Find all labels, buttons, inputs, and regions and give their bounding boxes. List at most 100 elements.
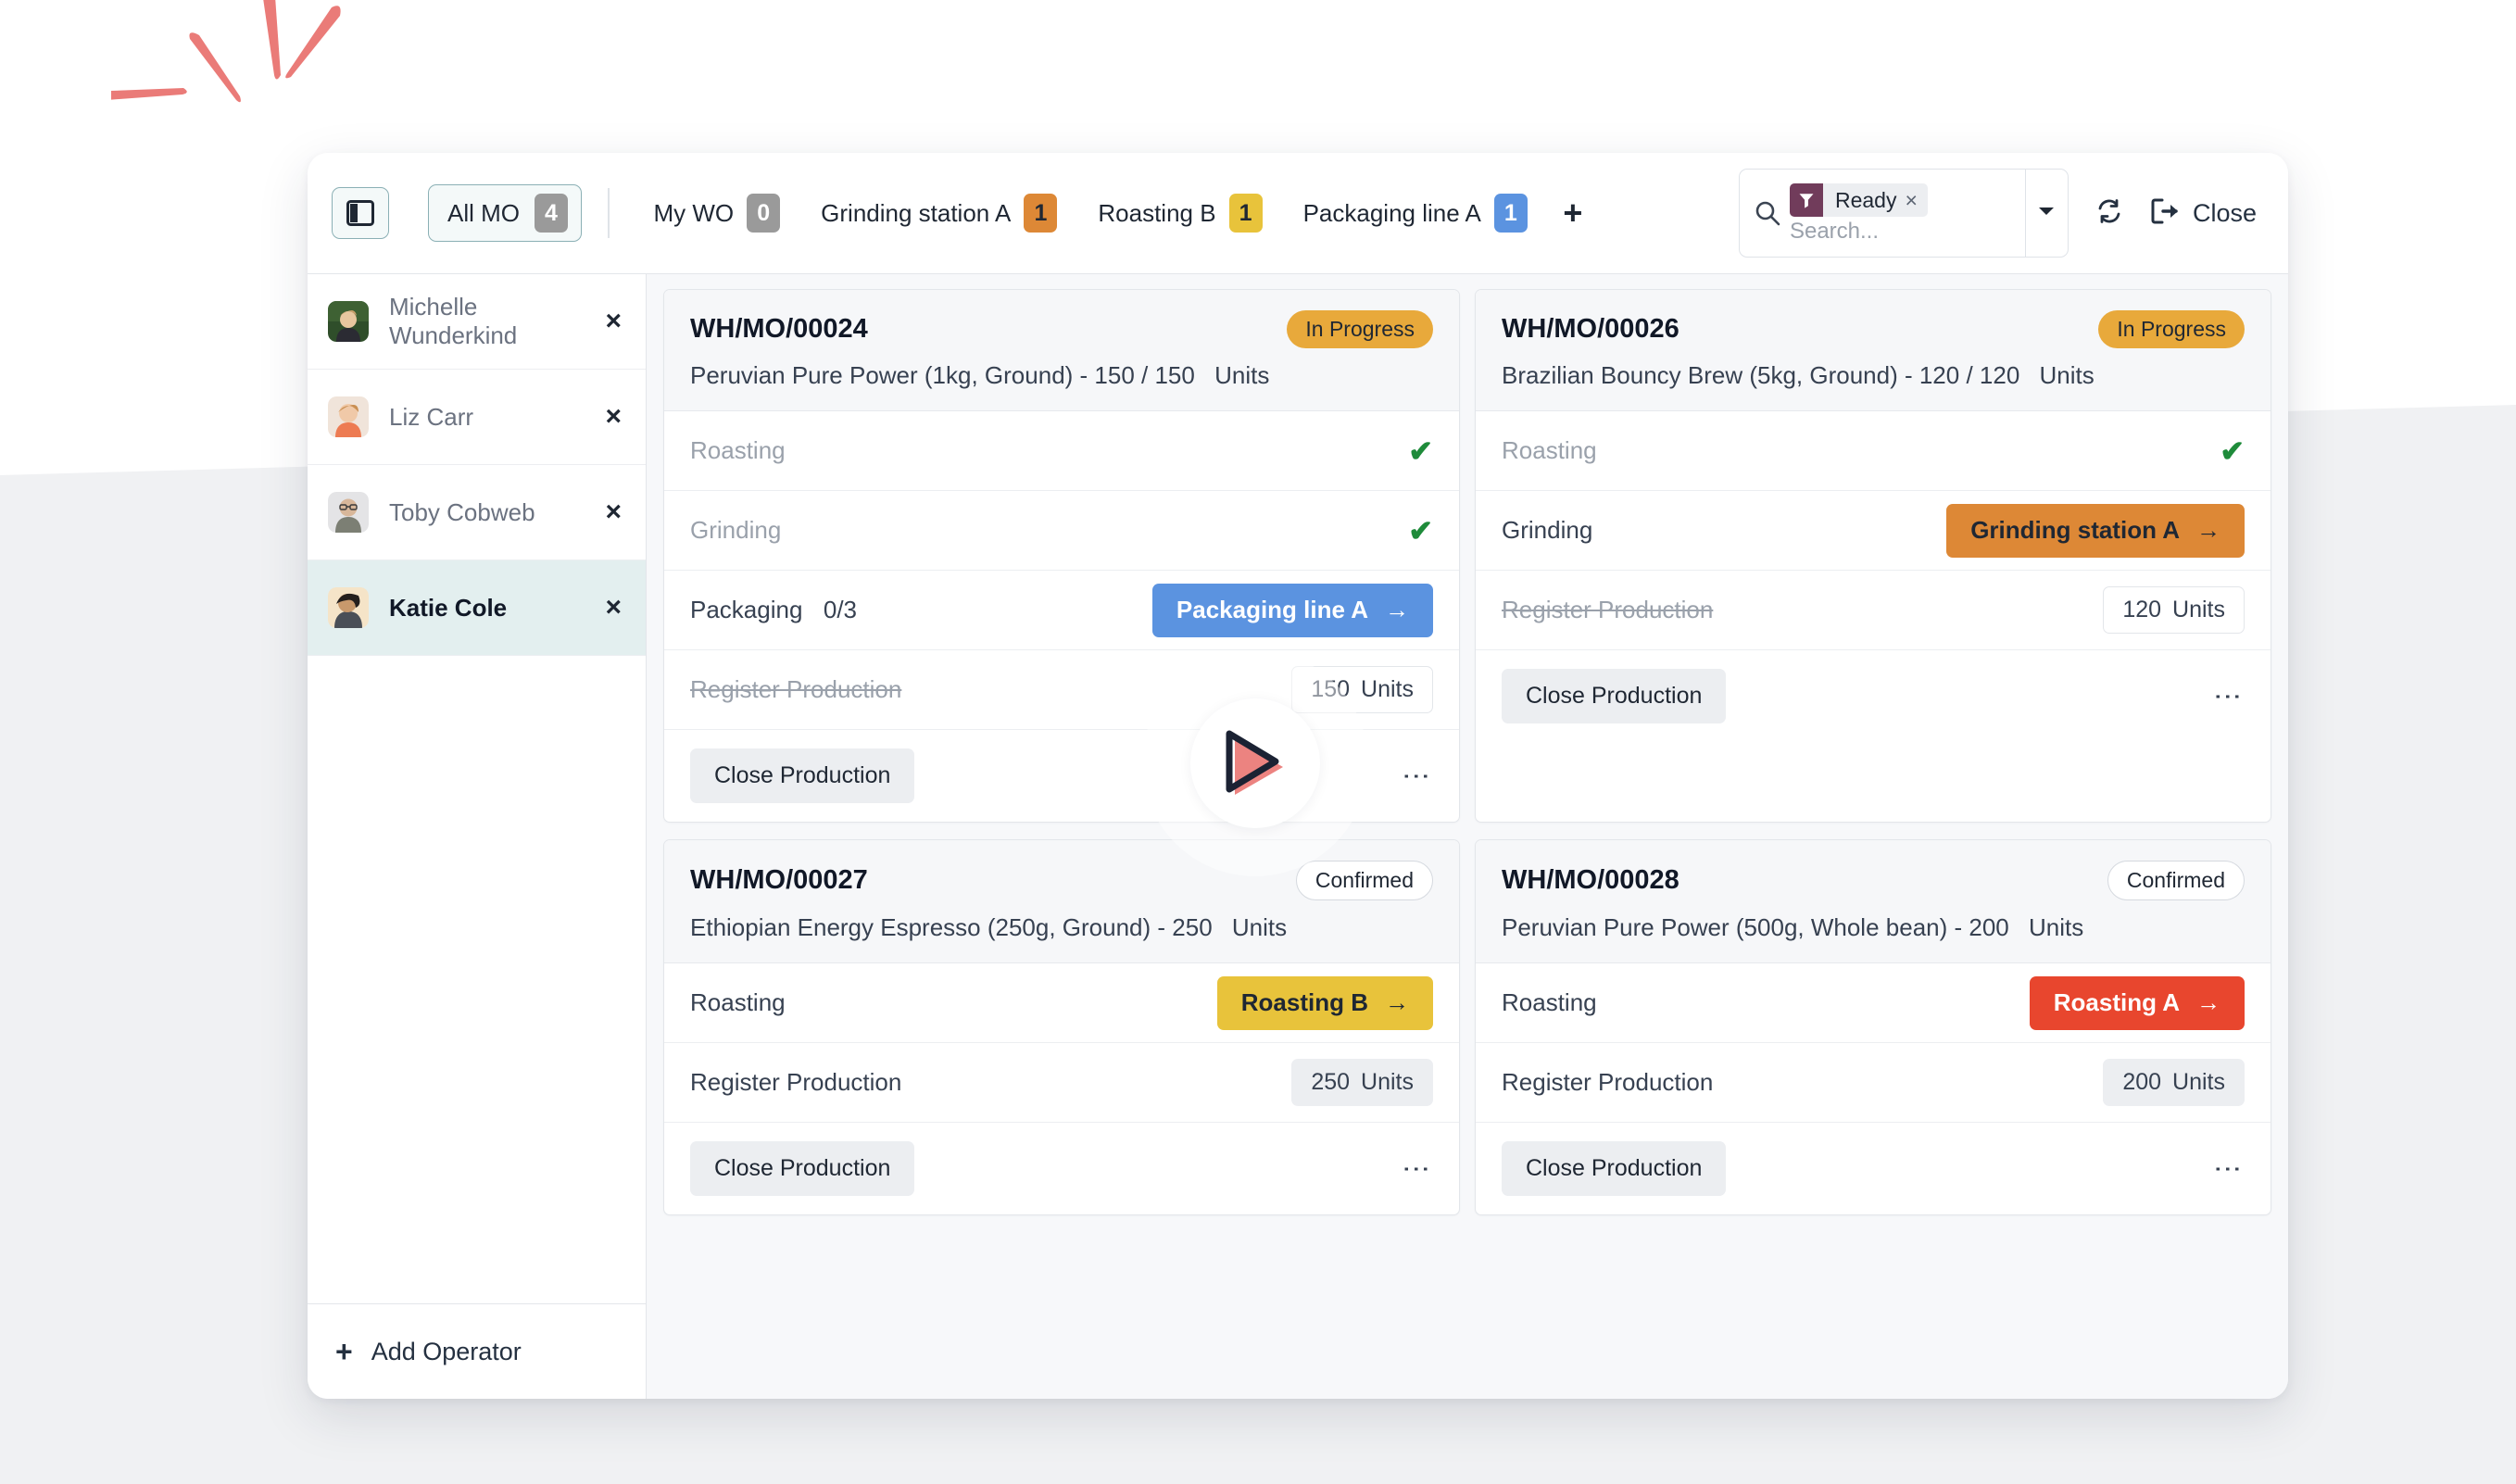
mo-units-label: Units — [1214, 361, 1270, 389]
mo-card-wh-mo-00028[interactable]: WH/MO/00028 Confirmed Peruvian Pure Powe… — [1475, 839, 2271, 1215]
workcenter-button-roasting-a[interactable]: Roasting A → — [2029, 975, 2245, 1030]
tab-packaging-line-a-count: 1 — [1493, 194, 1528, 233]
wo-row-register-production[interactable]: Register Production 200 Units — [1476, 1043, 2271, 1123]
workcenter-button-label: Packaging line A — [1176, 596, 1368, 623]
tab-my-wo-count: 0 — [747, 194, 781, 233]
status-badge: Confirmed — [2107, 861, 2245, 900]
operator-remove-icon[interactable]: × — [605, 306, 622, 337]
mo-card-header-top: WH/MO/00024 In Progress — [690, 310, 1433, 348]
tab-roasting-b-label: Roasting B — [1098, 198, 1216, 227]
arrow-right-icon: → — [2196, 988, 2220, 1016]
wo-row-label: Roasting — [1502, 436, 1597, 464]
mo-description-line: Peruvian Pure Power (1kg, Ground) - 150 … — [690, 361, 1433, 390]
operator-row-katie-cole[interactable]: Katie Cole × — [308, 560, 646, 656]
wo-row-register-production[interactable]: Register Production 120 Units — [1476, 571, 2271, 650]
wo-row-grinding[interactable]: Grinding ✔ — [664, 491, 1459, 571]
panel-layout-icon — [346, 200, 374, 226]
wo-row-packaging[interactable]: Packaging 0/3 Packaging line A → — [664, 571, 1459, 650]
search-input-placeholder[interactable]: Search... — [1790, 220, 2018, 243]
add-tab-button[interactable]: + — [1548, 188, 1598, 238]
mo-card-wh-mo-00024[interactable]: WH/MO/00024 In Progress Peruvian Pure Po… — [663, 289, 1460, 823]
wo-row-roasting[interactable]: Roasting ✔ — [664, 411, 1459, 491]
quantity-chip[interactable]: 200 Units — [2103, 1059, 2245, 1106]
filter-funnel-icon — [1789, 183, 1823, 217]
wo-row-register-production[interactable]: Register Production 250 Units — [664, 1043, 1459, 1123]
refresh-button[interactable] — [2095, 196, 2124, 231]
operator-row-toby-cobweb[interactable]: Toby Cobweb × — [308, 465, 646, 560]
decorative-burst — [103, 0, 352, 171]
kebab-menu-icon[interactable]: ⋮ — [1398, 762, 1433, 790]
operator-remove-icon[interactable]: × — [605, 497, 622, 528]
panel-toggle-button[interactable] — [332, 187, 389, 239]
operator-remove-icon[interactable]: × — [605, 592, 622, 623]
close-production-button[interactable]: Close Production — [690, 748, 915, 803]
close-button[interactable]: Close — [2150, 197, 2257, 230]
mo-reference: WH/MO/00028 — [1502, 865, 1679, 895]
search-facet-remove-icon[interactable]: × — [1905, 188, 1927, 213]
toolbar-divider — [608, 188, 610, 238]
quantity-chip[interactable]: 150 Units — [1291, 666, 1433, 713]
wo-row-grinding[interactable]: Grinding Grinding station A → — [1476, 491, 2271, 571]
tab-roasting-b[interactable]: Roasting B 1 — [1077, 184, 1282, 242]
kebab-menu-icon[interactable]: ⋮ — [1398, 1155, 1433, 1183]
wo-row-roasting[interactable]: Roasting ✔ — [1476, 411, 2271, 491]
mo-card-header-top: WH/MO/00028 Confirmed — [1502, 861, 2245, 900]
mo-reference: WH/MO/00026 — [1502, 314, 1679, 344]
wo-row-label: Roasting — [690, 988, 786, 1016]
wo-row-register-production[interactable]: Register Production 150 Units — [664, 650, 1459, 730]
checkmark-icon: ✔ — [2220, 434, 2245, 468]
wo-row-label: Register Production — [1502, 1068, 1714, 1096]
close-production-button[interactable]: Close Production — [1502, 669, 1727, 723]
checkmark-icon: ✔ — [1408, 513, 1433, 547]
operator-name: Katie Cole — [389, 593, 508, 622]
mo-card-footer: Close Production ⋮ — [664, 1123, 1459, 1214]
operator-name: Toby Cobweb — [389, 497, 535, 526]
workcenter-button-grinding-station-a[interactable]: Grinding station A → — [1946, 503, 2245, 558]
kebab-menu-icon[interactable]: ⋮ — [2209, 1155, 2245, 1183]
mo-card-footer: Close Production ⋮ — [1476, 1123, 2271, 1214]
mo-card-footer: Close Production ⋮ — [1476, 650, 2271, 742]
quantity-chip[interactable]: 120 Units — [2103, 586, 2245, 634]
mo-description-line: Brazilian Bouncy Brew (5kg, Ground) - 12… — [1502, 361, 2245, 390]
close-production-button[interactable]: Close Production — [690, 1141, 915, 1196]
quantity-chip[interactable]: 250 Units — [1291, 1059, 1433, 1106]
quantity-value: 120 — [2122, 597, 2162, 623]
tab-packaging-line-a[interactable]: Packaging line A 1 — [1283, 184, 1548, 242]
quantity-value: 200 — [2122, 1069, 2162, 1095]
page-root: All MO 4 My WO 0 Grinding station A 1 Ro… — [0, 0, 2516, 1484]
status-badge: In Progress — [1287, 310, 1433, 348]
tab-grinding-station-a-count: 1 — [1024, 194, 1058, 233]
quantity-value: 150 — [1311, 676, 1351, 702]
operator-row-michelle-wunderkind[interactable]: Michelle Wunderkind × — [308, 274, 646, 370]
workcenter-button-roasting-b[interactable]: Roasting B → — [1216, 975, 1433, 1030]
mo-card-header: WH/MO/00028 Confirmed Peruvian Pure Powe… — [1476, 840, 2271, 963]
tab-grinding-station-a[interactable]: Grinding station A 1 — [800, 184, 1077, 242]
mo-card-wh-mo-00027[interactable]: WH/MO/00027 Confirmed Ethiopian Energy E… — [663, 839, 1460, 1215]
kebab-menu-icon[interactable]: ⋮ — [2209, 683, 2245, 711]
mo-card-header: WH/MO/00024 In Progress Peruvian Pure Po… — [664, 290, 1459, 411]
tab-all-mo-label: All MO — [447, 198, 520, 227]
window-body: Michelle Wunderkind × Liz Carr × Toby Co… — [308, 273, 2288, 1399]
arrow-right-icon: → — [1385, 988, 1409, 1016]
operator-row-liz-carr[interactable]: Liz Carr × — [308, 370, 646, 465]
search-facet-ready[interactable]: Ready × — [1789, 183, 1928, 217]
close-production-button[interactable]: Close Production — [1502, 1141, 1727, 1196]
workcenter-button-packaging-line-a[interactable]: Packaging line A → — [1151, 583, 1433, 637]
add-operator-label: Add Operator — [371, 1337, 522, 1365]
search-box[interactable]: Ready × Search... — [1738, 169, 2069, 258]
operator-remove-icon[interactable]: × — [605, 401, 622, 433]
tab-my-wo-label: My WO — [653, 198, 735, 227]
wo-row-roasting[interactable]: Roasting Roasting B → — [664, 963, 1459, 1043]
mo-card-wh-mo-00026[interactable]: WH/MO/00026 In Progress Brazilian Bouncy… — [1475, 289, 2271, 823]
wo-row-label: Grinding — [690, 516, 782, 544]
tab-roasting-b-count: 1 — [1228, 194, 1263, 233]
search-facet-label: Ready — [1834, 187, 1897, 212]
wo-row-roasting[interactable]: Roasting Roasting A → — [1476, 963, 2271, 1043]
arrow-right-icon: → — [1385, 596, 1409, 623]
tab-all-mo[interactable]: All MO 4 — [428, 184, 582, 242]
tab-my-wo[interactable]: My WO 0 — [634, 184, 801, 242]
mo-description-line: Peruvian Pure Power (500g, Whole bean) -… — [1502, 913, 2245, 942]
search-dropdown-button[interactable] — [2024, 169, 2068, 258]
add-operator-button[interactable]: + Add Operator — [308, 1303, 646, 1399]
quantity-units: Units — [2172, 1069, 2225, 1095]
